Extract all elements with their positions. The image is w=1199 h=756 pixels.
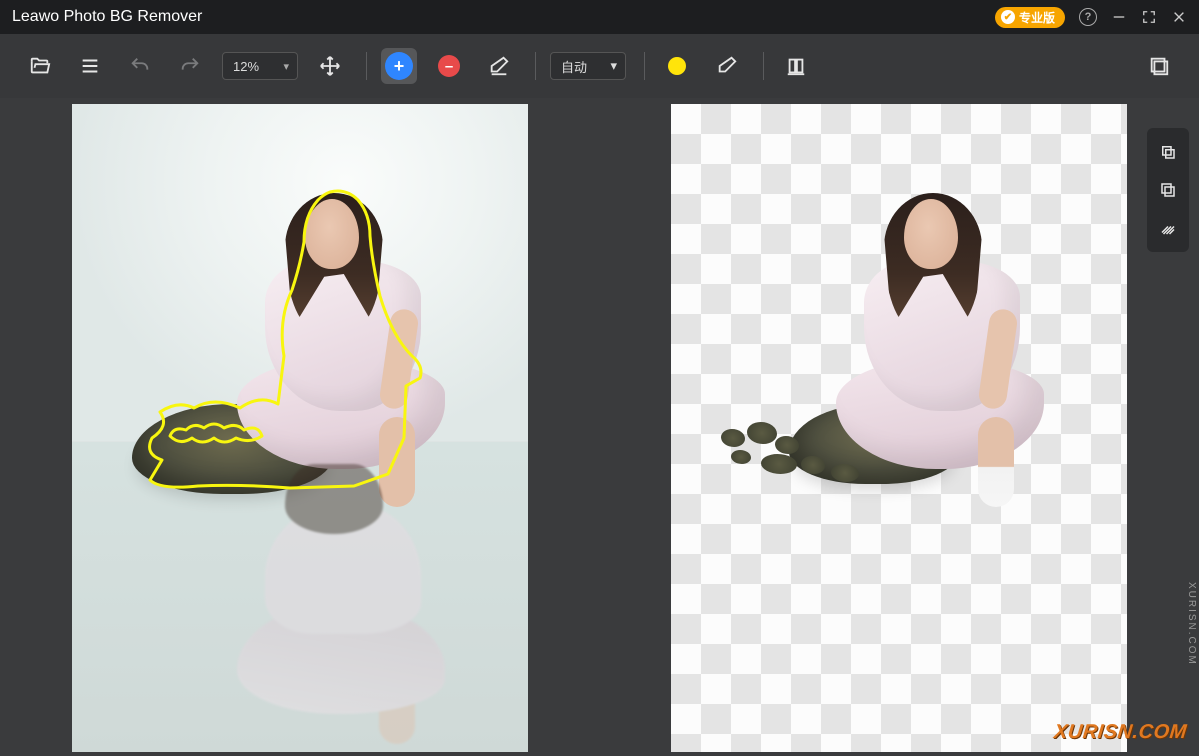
zoom-value: 12% (233, 59, 259, 74)
app-title: Leawo Photo BG Remover (12, 8, 202, 26)
chevron-down-icon: ▾ (610, 58, 617, 74)
menu-button[interactable] (72, 48, 108, 84)
photo-reflection (227, 484, 457, 744)
color-fill-button[interactable] (659, 48, 695, 84)
separator (366, 52, 367, 80)
pro-badge-label: 专业版 (1019, 9, 1055, 26)
separator (535, 52, 536, 80)
separator (763, 52, 764, 80)
mark-keep-button[interactable]: + (381, 48, 417, 84)
side-copy-button[interactable] (1150, 134, 1186, 170)
crop-align-button[interactable] (778, 48, 814, 84)
titlebar: Leawo Photo BG Remover ✔ 专业版 ? (0, 0, 1199, 34)
photo-subject (227, 199, 457, 479)
pro-badge[interactable]: ✔ 专业版 (995, 7, 1065, 28)
close-button[interactable] (1171, 9, 1187, 25)
save-output-button[interactable] (1141, 48, 1177, 84)
mode-select[interactable]: 自动 ▾ (550, 52, 626, 80)
redo-button[interactable] (172, 48, 208, 84)
side-tool-panel (1147, 128, 1189, 252)
chevron-down-icon: ▾ (283, 60, 289, 73)
original-image-panel[interactable] (72, 104, 528, 752)
result-rock-fragment (775, 436, 799, 454)
side-duplicate-button[interactable] (1150, 172, 1186, 208)
result-rock-fragment (721, 429, 745, 447)
result-rock-fragment (731, 450, 751, 464)
result-rock-fragment (761, 454, 797, 474)
toolbar: 12% ▾ + – 自动 ▾ (0, 34, 1199, 98)
result-rock-fragment (747, 422, 777, 444)
workspace: XURISN.COM XURISN.COM (0, 98, 1199, 756)
result-rock-fragment (801, 456, 825, 474)
result-image-panel[interactable] (671, 104, 1127, 752)
mode-value: 自动 (561, 57, 587, 76)
help-icon[interactable]: ? (1079, 8, 1097, 26)
mark-remove-button[interactable]: – (431, 48, 467, 84)
plus-circle-icon: + (385, 52, 413, 80)
color-swatch-icon (668, 57, 686, 75)
watermark: XURISN.COM (1053, 721, 1188, 744)
eraser-button[interactable] (481, 48, 517, 84)
minimize-button[interactable] (1111, 9, 1127, 25)
watermark-vertical: XURISN.COM (1186, 582, 1197, 666)
undo-button[interactable] (122, 48, 158, 84)
pro-badge-icon: ✔ (1001, 10, 1015, 24)
eraser-outline-button[interactable] (709, 48, 745, 84)
open-file-button[interactable] (22, 48, 58, 84)
minus-circle-icon: – (438, 55, 460, 77)
move-tool-button[interactable] (312, 48, 348, 84)
side-texture-button[interactable] (1150, 210, 1186, 246)
result-subject (826, 199, 1056, 479)
zoom-select[interactable]: 12% ▾ (222, 52, 298, 80)
maximize-button[interactable] (1141, 9, 1157, 25)
separator (644, 52, 645, 80)
